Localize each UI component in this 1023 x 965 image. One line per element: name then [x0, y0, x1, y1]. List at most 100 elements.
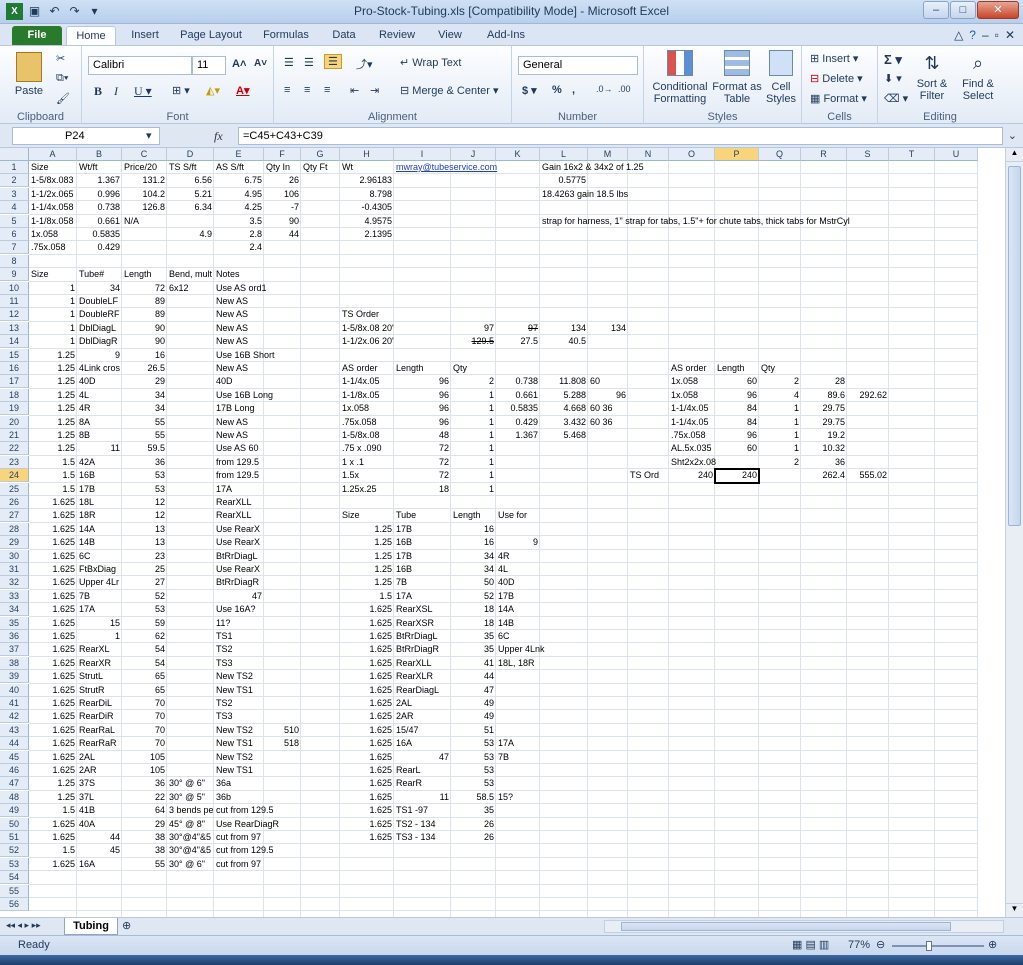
cell-H43[interactable]: 1.625: [340, 724, 394, 737]
cell-H13[interactable]: 1-5/8x.08 20': [340, 322, 396, 335]
cell-B18[interactable]: 4L: [77, 389, 122, 402]
cell-L17[interactable]: 11.808: [540, 375, 588, 388]
cell-I45[interactable]: 47: [394, 751, 451, 764]
row-header[interactable]: 11: [0, 295, 29, 308]
font-color-icon[interactable]: A▾: [236, 84, 249, 97]
cell-E12[interactable]: New AS: [214, 308, 264, 321]
name-box[interactable]: P24: [12, 127, 160, 145]
cell-C9[interactable]: Length: [122, 268, 167, 281]
cell-D49[interactable]: 3 bends pe: [167, 804, 216, 817]
cell-B24[interactable]: 16B: [77, 469, 122, 482]
cell-I24[interactable]: 72: [394, 469, 451, 482]
column-header[interactable]: Q: [759, 148, 801, 161]
view-buttons-icon[interactable]: ▦ ▤ ▥: [792, 938, 829, 951]
column-header[interactable]: I: [394, 148, 451, 161]
cell-E38[interactable]: TS3: [214, 657, 264, 670]
cell-B10[interactable]: 34: [77, 282, 122, 295]
cell-M17[interactable]: 60: [588, 375, 628, 388]
cell-H17[interactable]: 1-1/4x.05: [340, 375, 394, 388]
cell-E46[interactable]: New TS1: [214, 764, 264, 777]
cell-J41[interactable]: 49: [451, 697, 496, 710]
cell-E53[interactable]: cut from 97: [214, 858, 264, 871]
column-header[interactable]: K: [496, 148, 540, 161]
cell-I19[interactable]: 96: [394, 402, 451, 415]
tab-home[interactable]: Home: [66, 26, 116, 46]
zoom-level[interactable]: 77%: [848, 939, 870, 951]
cell-C26[interactable]: 12: [122, 496, 167, 509]
cell-J47[interactable]: 53: [451, 777, 496, 790]
cell-K35[interactable]: 14B: [496, 617, 540, 630]
row-header[interactable]: 4: [0, 201, 29, 215]
cell-A4[interactable]: 1-1/4x.058: [29, 201, 77, 214]
cell-B32[interactable]: Upper 4Lr: [77, 576, 122, 589]
cell-H50[interactable]: 1.625: [340, 818, 394, 831]
cell-K13[interactable]: 97: [496, 322, 540, 335]
vertical-scrollbar[interactable]: ▲ ▼: [1005, 148, 1023, 917]
cell-E5[interactable]: 3.5: [214, 215, 264, 228]
cell-F2[interactable]: 26: [264, 174, 301, 187]
align-top-icon[interactable]: ☰: [284, 56, 294, 69]
cell-A16[interactable]: 1.25: [29, 362, 77, 375]
cell-B6[interactable]: 0.5835: [77, 228, 122, 241]
cell-A24[interactable]: 1.5: [29, 469, 77, 482]
cell-A5[interactable]: 1-1/8x.058: [29, 215, 77, 228]
row-header[interactable]: 21: [0, 429, 29, 442]
cell-C17[interactable]: 29: [122, 375, 167, 388]
cell-E33[interactable]: 47: [214, 590, 264, 603]
doc-minimize-icon[interactable]: –: [982, 28, 989, 42]
cell-H36[interactable]: 1.625: [340, 630, 394, 643]
cell-I47[interactable]: RearR: [394, 777, 451, 790]
cell-A36[interactable]: 1.625: [29, 630, 77, 643]
cell-E19[interactable]: 17B Long: [214, 402, 264, 415]
cell-M20[interactable]: 60 36: [588, 416, 628, 429]
cell-E48[interactable]: 36b: [214, 791, 264, 804]
number-format-dropdown[interactable]: General: [518, 56, 638, 75]
cell-B9[interactable]: Tube#: [77, 268, 122, 281]
minimize-button[interactable]: –: [923, 1, 949, 19]
cell-A15[interactable]: 1.25: [29, 349, 77, 362]
cell-K14[interactable]: 27.5: [496, 335, 540, 348]
cell-D51[interactable]: 30°@4"&5: [167, 831, 214, 844]
cell-I17[interactable]: 96: [394, 375, 451, 388]
column-header[interactable]: M: [588, 148, 628, 161]
cell-B46[interactable]: 2AR: [77, 764, 122, 777]
cell-A47[interactable]: 1.25: [29, 777, 77, 790]
cell-B47[interactable]: 37S: [77, 777, 122, 790]
cell-E21[interactable]: New AS: [214, 429, 264, 442]
cell-C1[interactable]: Price/20: [122, 161, 167, 174]
cell-A6[interactable]: 1x.058: [29, 228, 77, 241]
cell-J28[interactable]: 16: [451, 523, 496, 536]
underline-icon[interactable]: U ▾: [134, 84, 152, 99]
cell-I42[interactable]: 2AR: [394, 710, 451, 723]
cell-I38[interactable]: RearXLL: [394, 657, 451, 670]
cell-A9[interactable]: Size: [29, 268, 77, 281]
horizontal-scrollbar[interactable]: [604, 920, 1004, 933]
cell-E16[interactable]: New AS: [214, 362, 264, 375]
cell-C37[interactable]: 54: [122, 643, 167, 656]
cell-R21[interactable]: 19.2: [801, 429, 847, 442]
cell-E40[interactable]: New TS1: [214, 684, 264, 697]
cell-A43[interactable]: 1.625: [29, 724, 77, 737]
row-header[interactable]: 2: [0, 174, 29, 188]
comma-icon[interactable]: ,: [572, 84, 575, 96]
cell-H32[interactable]: 1.25: [340, 576, 394, 589]
cell-L3[interactable]: 18.4263 gain 18.5 lbs: [540, 188, 630, 201]
cell-J46[interactable]: 53: [451, 764, 496, 777]
row-header[interactable]: 53: [0, 857, 29, 871]
row-header[interactable]: 23: [0, 455, 29, 469]
column-header[interactable]: U: [935, 148, 978, 161]
row-header[interactable]: 46: [0, 764, 29, 777]
cell-H29[interactable]: 1.25: [340, 536, 394, 549]
cell-I20[interactable]: 96: [394, 416, 451, 429]
cell-J50[interactable]: 26: [451, 818, 496, 831]
cell-K48[interactable]: 15?: [496, 791, 540, 804]
cell-D47[interactable]: 30° @ 6": [167, 777, 214, 790]
cell-A23[interactable]: 1.5: [29, 456, 77, 469]
cell-H23[interactable]: 1 x .1: [340, 456, 394, 469]
cell-K29[interactable]: 9: [496, 536, 540, 549]
cell-I51[interactable]: TS3 - 134: [394, 831, 451, 844]
cell-E7[interactable]: 2.4: [214, 241, 264, 254]
cell-I40[interactable]: RearDiagL: [394, 684, 451, 697]
cell-H1[interactable]: Wt: [340, 161, 394, 174]
cell-J42[interactable]: 49: [451, 710, 496, 723]
